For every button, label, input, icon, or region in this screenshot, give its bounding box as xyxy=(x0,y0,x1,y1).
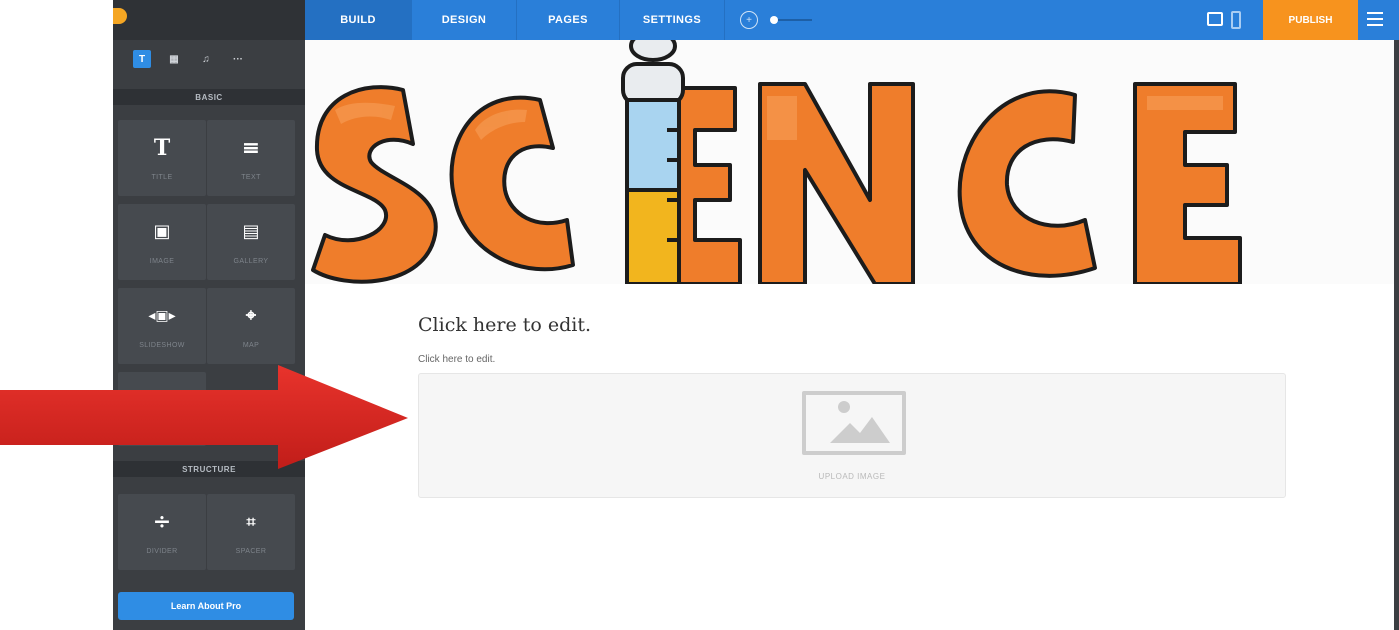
image-placeholder-icon xyxy=(802,391,906,455)
desktop-view-icon[interactable] xyxy=(1207,12,1223,26)
red-arrow-annotation xyxy=(0,365,408,469)
page-text-block[interactable]: Click here to edit. xyxy=(418,354,495,365)
text-icon: ≡ xyxy=(241,134,261,161)
hamburger-menu-icon[interactable] xyxy=(1367,12,1383,26)
image-upload-placeholder[interactable]: UPLOAD IMAGE xyxy=(418,373,1286,498)
title-element-tile[interactable]: T TITLE xyxy=(118,120,206,196)
publish-button[interactable]: PUBLISH xyxy=(1263,0,1358,40)
science-lettering-image xyxy=(311,40,1242,284)
music-mode-icon[interactable]: ♫ xyxy=(197,50,215,68)
element-sidebar: T ▦ ♫ ··· BASIC T TITLE ≡ TEXT ▣ IMAGE ▤… xyxy=(113,0,305,630)
sidebar-logo-area xyxy=(113,0,305,40)
divider-icon: ÷ xyxy=(152,508,172,535)
tile-label: SPACER xyxy=(235,547,267,555)
tile-label: TEXT xyxy=(241,173,261,181)
tile-label: TITLE xyxy=(151,173,173,181)
top-navigation-bar: BUILD DESIGN PAGES SETTINGS + PUBLISH xyxy=(305,0,1399,40)
learn-about-pro-button[interactable]: Learn About Pro xyxy=(118,592,294,620)
slideshow-element-tile[interactable]: ◂▣▸ SLIDESHOW xyxy=(118,288,206,364)
page-content-area: Click here to edit. Click here to edit. … xyxy=(305,284,1394,630)
tile-label: SLIDESHOW xyxy=(139,341,185,349)
editor-window: T ▦ ♫ ··· BASIC T TITLE ≡ TEXT ▣ IMAGE ▤… xyxy=(0,0,1399,630)
layout-mode-icon[interactable]: ▦ xyxy=(165,50,183,68)
spacer-icon: ⌗ xyxy=(246,511,256,531)
landscape-icon xyxy=(830,401,890,443)
text-mode-icon[interactable]: T xyxy=(133,50,151,68)
tab-separator xyxy=(724,0,725,40)
window-edge xyxy=(1394,40,1399,630)
text-element-tile[interactable]: ≡ TEXT xyxy=(207,120,295,196)
zoom-slider-handle[interactable] xyxy=(770,16,778,24)
tile-label: MAP xyxy=(242,341,260,349)
gallery-icon: ▤ xyxy=(242,220,260,242)
header-banner-image[interactable] xyxy=(305,40,1394,284)
upload-image-label: UPLOAD IMAGE xyxy=(818,472,886,481)
page-title[interactable]: Click here to edit. xyxy=(418,314,591,336)
divider-element-tile[interactable]: ÷ DIVIDER xyxy=(118,494,206,570)
tab-design[interactable]: DESIGN xyxy=(412,0,516,40)
tile-label: GALLERY xyxy=(233,257,269,265)
tab-pages[interactable]: PAGES xyxy=(517,0,619,40)
tab-build[interactable]: BUILD xyxy=(305,0,411,40)
map-element-tile[interactable]: ⌖ MAP xyxy=(207,288,295,364)
basic-section-header: BASIC xyxy=(113,89,305,105)
title-icon: T xyxy=(153,134,171,161)
logo-icon[interactable] xyxy=(113,8,127,24)
mobile-view-icon[interactable] xyxy=(1231,11,1241,29)
sidebar-mode-tabs: T ▦ ♫ ··· xyxy=(133,50,247,68)
image-element-tile[interactable]: ▣ IMAGE xyxy=(118,204,206,280)
tab-settings[interactable]: SETTINGS xyxy=(620,0,724,40)
spacer-element-tile[interactable]: ⌗ SPACER xyxy=(207,494,295,570)
more-mode-icon[interactable]: ··· xyxy=(229,50,247,68)
tile-label: DIVIDER xyxy=(146,547,178,555)
slideshow-icon: ◂▣▸ xyxy=(148,307,176,324)
map-pin-icon: ⌖ xyxy=(245,304,257,326)
image-icon: ▣ xyxy=(153,220,171,242)
zoom-icon[interactable]: + xyxy=(740,11,758,29)
gallery-element-tile[interactable]: ▤ GALLERY xyxy=(207,204,295,280)
tile-label: IMAGE xyxy=(149,257,175,265)
